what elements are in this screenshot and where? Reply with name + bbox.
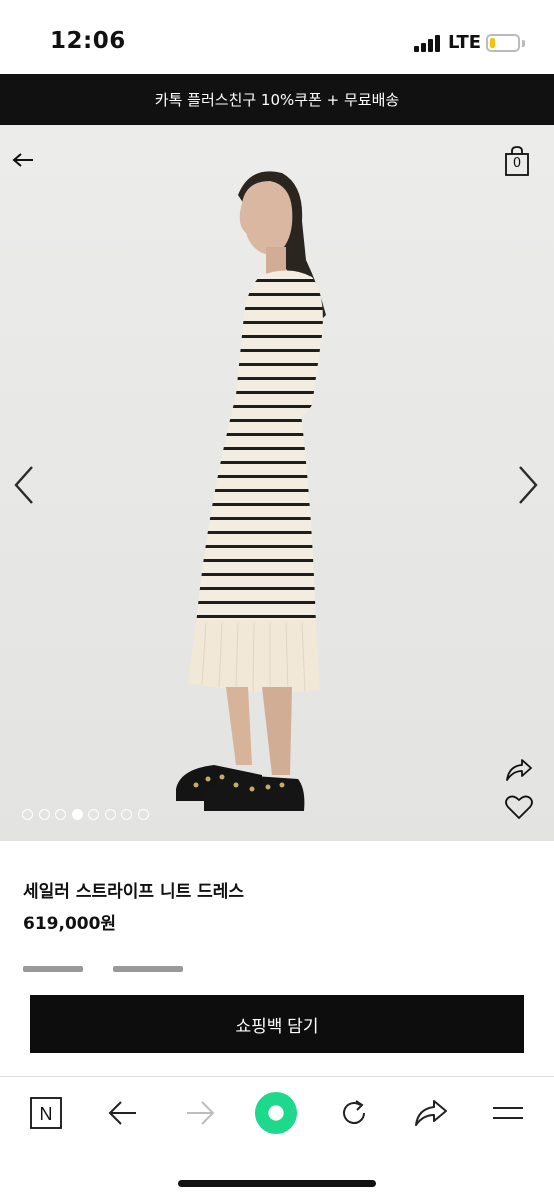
next-image-button[interactable] [510,460,546,510]
promo-banner[interactable]: 카톡 플러스친구 10%쿠폰 + 무료배송 [0,74,554,125]
status-bar: 12:06 LTE [0,0,554,74]
network-label: LTE [448,32,482,53]
chevron-left-icon [14,466,33,504]
back-arrow-icon [108,1101,136,1125]
prev-image-button[interactable] [6,460,42,510]
carousel-dot[interactable] [137,809,149,820]
carousel-dot[interactable] [22,809,33,820]
cart-count: 0 [512,156,522,171]
browser-back-button[interactable] [101,1091,145,1135]
reload-icon [343,1100,365,1124]
status-time: 12:06 [50,28,126,54]
share-icon [506,759,532,781]
back-arrow-icon [12,153,33,167]
carousel-dot[interactable] [55,809,66,820]
product-title: 세일러 스트라이프 니트 드레스 [23,882,245,902]
menu-button[interactable] [486,1091,530,1135]
naver-n-icon: N [30,1097,62,1129]
battery-icon [486,34,520,52]
share-button[interactable] [502,755,536,785]
add-to-bag-button[interactable]: 쇼핑백 담기 [30,995,524,1053]
green-dot-button[interactable] [254,1091,298,1135]
carousel-dot[interactable] [88,809,99,820]
product-photo [0,125,554,841]
carousel-dot[interactable] [38,809,50,820]
home-indicator [178,1180,376,1187]
wishlist-button[interactable] [502,791,536,823]
heart-icon [505,795,533,819]
shopping-bag-button[interactable]: 0 [500,143,534,179]
chevron-right-icon [519,466,538,504]
green-dot-icon [254,1091,298,1135]
promo-text: 카톡 플러스친구 10%쿠폰 + 무료배송 [154,91,400,109]
share-arrow-icon [415,1100,447,1126]
naver-logo-letter: N [40,1104,53,1124]
menu-icon [493,1107,523,1119]
product-gallery[interactable]: 0 [0,125,554,841]
battery-cap [522,40,525,47]
carousel-dot[interactable] [121,809,132,820]
carousel-dot[interactable] [71,809,83,820]
reload-button[interactable] [332,1091,376,1135]
naver-home-button[interactable]: N [24,1091,68,1135]
browser-share-button[interactable] [409,1091,453,1135]
forward-arrow-icon [187,1101,215,1125]
back-button[interactable] [8,145,38,175]
signal-icon [414,35,442,52]
carousel-dot[interactable] [104,809,116,820]
add-to-bag-label: 쇼핑백 담기 [235,1016,319,1036]
product-price: 619,000원 [23,914,117,934]
carousel-dots [22,809,149,820]
faded-info-row [23,964,203,974]
browser-forward-button[interactable] [178,1091,222,1135]
